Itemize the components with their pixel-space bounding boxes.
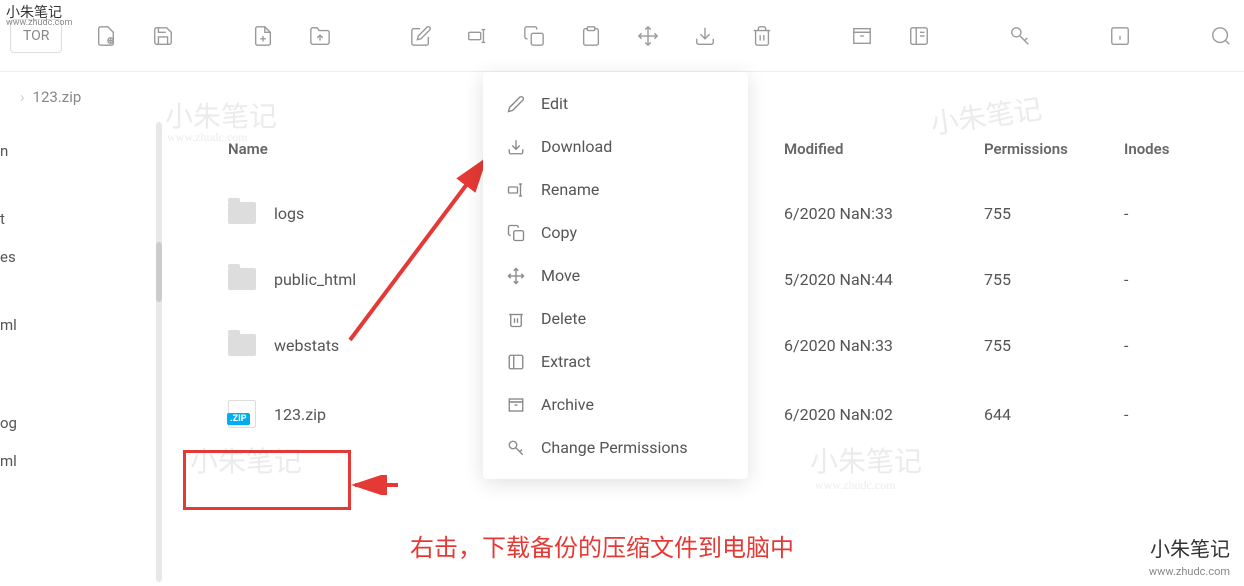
sidebar-item[interactable]: ml (0, 442, 150, 480)
clipboard-icon[interactable] (578, 16, 605, 56)
info-icon[interactable] (1107, 16, 1134, 56)
breadcrumb-item[interactable]: 123.zip (33, 88, 82, 106)
file-inodes: - (1124, 270, 1224, 289)
edit-icon[interactable] (407, 16, 434, 56)
sidebar-item[interactable]: ml (0, 306, 150, 344)
file-permissions: 644 (984, 405, 1124, 424)
file-modified: 6/2020 NaN:02 (784, 405, 984, 424)
folder-icon (228, 334, 256, 356)
sidebar-item[interactable]: t (0, 200, 150, 238)
menu-rename[interactable]: Rename (483, 168, 748, 211)
brand-url-top: www.zhudc.com (6, 18, 72, 28)
new-file-icon[interactable] (92, 16, 119, 56)
file-modified: 5/2020 NaN:44 (784, 270, 984, 289)
file-name: 123.zip (274, 405, 326, 424)
search-icon[interactable] (1207, 16, 1234, 56)
sidebar-item[interactable]: n (0, 132, 150, 170)
save-icon[interactable] (149, 16, 176, 56)
resize-handle[interactable] (156, 122, 162, 582)
menu-copy[interactable]: Copy (483, 211, 748, 254)
menu-download[interactable]: Download (483, 125, 748, 168)
chevron-right-icon: › (20, 88, 25, 106)
column-permissions[interactable]: Permissions (984, 140, 1124, 158)
column-inodes[interactable]: Inodes (1124, 140, 1224, 158)
file-modified: 6/2020 NaN:33 (784, 336, 984, 355)
file-permissions: 755 (984, 204, 1124, 223)
archive-icon[interactable] (849, 16, 876, 56)
annotation-text: 右击，下载备份的压缩文件到电脑中 (410, 528, 794, 563)
menu-delete[interactable]: Delete (483, 297, 748, 340)
context-menu: Edit Download Rename Copy Move Delete Ex… (483, 72, 748, 479)
rename-icon[interactable] (464, 16, 491, 56)
sidebar-item[interactable]: es (0, 238, 150, 276)
file-inodes: - (1124, 204, 1224, 223)
permissions-icon[interactable] (1006, 16, 1033, 56)
sidebar-item[interactable]: og (0, 404, 150, 442)
move-icon[interactable] (635, 16, 662, 56)
menu-move[interactable]: Move (483, 254, 748, 297)
menu-archive[interactable]: Archive (483, 383, 748, 426)
file-inodes: - (1124, 336, 1224, 355)
folder-icon (228, 202, 256, 224)
extract-icon[interactable] (906, 16, 933, 56)
upload-folder-icon[interactable] (307, 16, 334, 56)
toolbar: TOR (0, 0, 1244, 72)
file-inodes: - (1124, 405, 1224, 424)
brand-url-bottom: www.zhudc.com (1149, 565, 1230, 578)
menu-extract[interactable]: Extract (483, 340, 748, 383)
file-name: public_html (274, 270, 356, 289)
menu-edit[interactable]: Edit (483, 82, 748, 125)
sidebar: n t es ml og ml (0, 122, 150, 582)
brand-logo-bottom: 小朱笔记 (1150, 533, 1230, 562)
file-permissions: 755 (984, 336, 1124, 355)
file-name: logs (274, 204, 304, 223)
file-name: webstats (274, 336, 339, 355)
new-doc-icon[interactable] (250, 16, 277, 56)
delete-icon[interactable] (749, 16, 776, 56)
download-icon[interactable] (692, 16, 719, 56)
zip-icon: .ZIP (228, 400, 256, 428)
file-permissions: 755 (984, 270, 1124, 289)
copy-icon[interactable] (521, 16, 548, 56)
menu-permissions[interactable]: Change Permissions (483, 426, 748, 469)
column-modified[interactable]: Modified (784, 140, 984, 158)
file-modified: 6/2020 NaN:33 (784, 204, 984, 223)
folder-icon (228, 268, 256, 290)
